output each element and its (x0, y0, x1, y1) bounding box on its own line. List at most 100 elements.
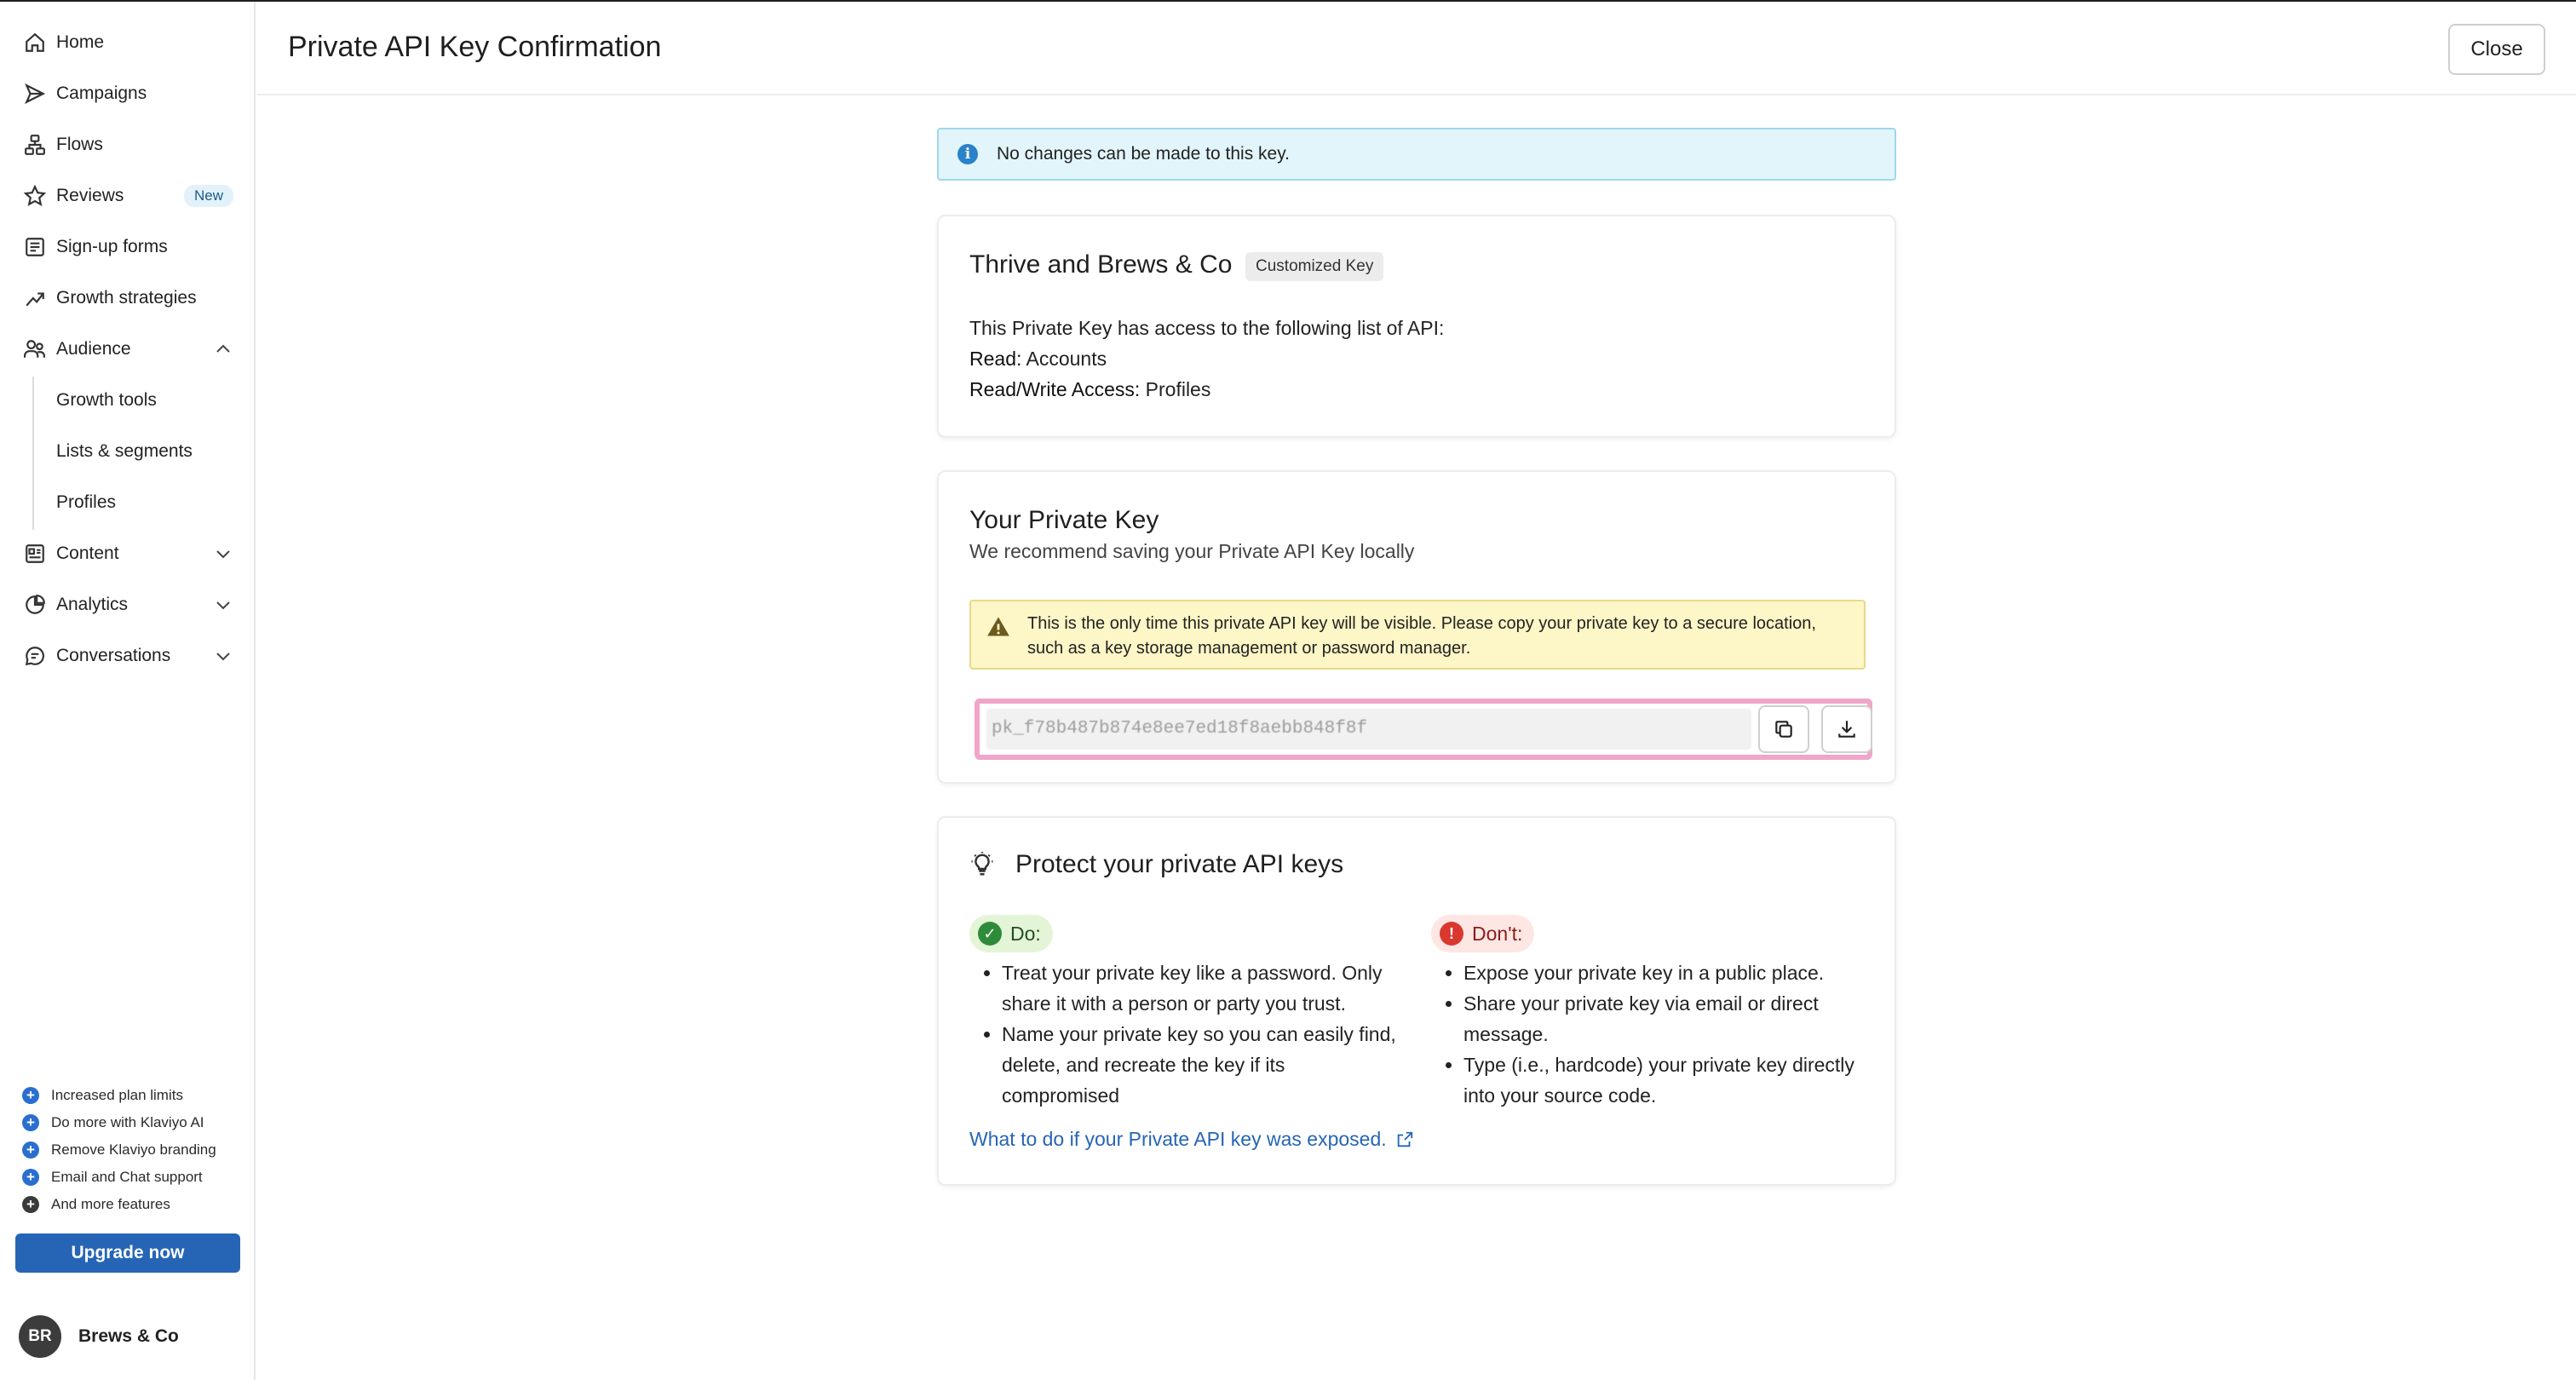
sidebar-item-analytics[interactable]: Analytics (0, 581, 254, 629)
sidebar-subitem-profiles[interactable]: Profiles (56, 492, 116, 513)
upgrade-perks-list: + Increased plan limits + Do more with Kla… (22, 1082, 216, 1218)
page-title: Private API Key Confirmation (288, 31, 662, 63)
dont-pill: ! Don't: (1431, 915, 1535, 952)
chat-icon (22, 643, 48, 669)
new-badge: New (183, 185, 233, 207)
trend-icon (22, 285, 48, 311)
plus-icon: + (22, 1196, 39, 1213)
private-key-title: Your Private Key (969, 506, 1159, 534)
chevron-up-icon (213, 339, 233, 359)
list-item: Expose your private key in a public plac… (1463, 957, 1866, 988)
protect-keys-card: Protect your private API keys ✓ Do: ! Do… (937, 816, 1896, 1186)
sidebar-item-content[interactable]: Content (0, 530, 254, 578)
sidebar-item-conversations[interactable]: Conversations (0, 632, 254, 680)
perk-label: And more features (51, 1196, 170, 1212)
checkmark-icon: ✓ (978, 922, 1002, 946)
sidebar-item-label: Content (56, 543, 119, 563)
readwrite-access-line: Read/Write Access: Profiles (969, 378, 1210, 401)
sidebar-item-home[interactable]: Home (0, 19, 254, 66)
do-list: Treat your private key like a password. … (969, 957, 1404, 1111)
perk-item: + Remove Klaviyo branding (22, 1136, 216, 1164)
send-icon (22, 81, 48, 106)
download-key-button[interactable] (1821, 705, 1872, 753)
dont-label: Don't: (1472, 922, 1523, 945)
sidebar-item-label: Analytics (56, 595, 129, 614)
perk-item: + Increased plan limits (22, 1082, 216, 1109)
download-icon (1838, 721, 1855, 738)
key-name: Thrive and Brews & Co (969, 250, 1233, 279)
plus-icon: + (22, 1114, 39, 1131)
key-details-card: Thrive and Brews & Co Customized Key Thi… (937, 215, 1896, 438)
sidebar-item-audience[interactable]: Audience (0, 325, 254, 373)
plus-icon: + (22, 1141, 39, 1159)
do-pill: ✓ Do: (969, 915, 1053, 952)
warning-banner: This is the only time this private API k… (969, 600, 1866, 670)
copy-icon (1775, 721, 1792, 738)
info-banner: i No changes can be made to this key. (937, 128, 1896, 181)
perk-label: Remove Klaviyo branding (51, 1141, 216, 1158)
list-item: Name your private key so you can easily … (1002, 1019, 1404, 1111)
read-access-line: Read: Accounts (969, 348, 1107, 371)
info-banner-text: No changes can be made to this key. (997, 144, 1290, 164)
sidebar-item-flows[interactable]: Flows (0, 121, 254, 169)
perk-label: Do more with Klaviyo AI (51, 1114, 204, 1130)
chevron-down-icon (213, 646, 233, 666)
sidebar-item-label: Home (56, 32, 105, 52)
key-type-tag: Customized Key (1245, 252, 1384, 281)
private-key-subtitle: We recommend saving your Private API Key… (969, 540, 1415, 562)
sidebar-item-reviews[interactable]: Reviews New (0, 172, 254, 220)
perk-item: + Email and Chat support (22, 1164, 216, 1191)
close-button[interactable]: Close (2448, 24, 2545, 75)
list-item: Treat your private key like a password. … (1002, 957, 1404, 1019)
copy-key-button[interactable] (1758, 705, 1809, 753)
perk-label: Email and Chat support (51, 1169, 203, 1185)
sidebar: Home Campaigns Flows Reviews New Sign-up… (0, 2, 256, 1380)
list-item: Share your private key via email or dire… (1463, 988, 1866, 1049)
private-key-row: pk_f78b487b874e8ee7ed18f8aebb848f8f (975, 699, 1872, 760)
sidebar-subitem-growth-tools[interactable]: Growth tools (56, 390, 157, 411)
sidebar-item-label: Conversations (56, 646, 171, 665)
sidebar-item-signup-forms[interactable]: Sign-up forms (0, 223, 254, 271)
perk-label: Increased plan limits (51, 1087, 183, 1103)
perk-item: + Do more with Klaviyo AI (22, 1109, 216, 1136)
protect-header: Protect your private API keys (969, 850, 1343, 879)
readwrite-label: Read/Write Access: (969, 378, 1141, 400)
readwrite-value: Profiles (1145, 378, 1211, 400)
avatar: BR (19, 1315, 61, 1358)
sidebar-item-label: Sign-up forms (56, 237, 168, 256)
exposed-link-text: What to do if your Private API key was e… (969, 1128, 1387, 1150)
submenu-guide-line (32, 377, 34, 530)
sidebar-subitem-lists-segments[interactable]: Lists & segments (56, 441, 193, 462)
sidebar-item-label: Campaigns (56, 83, 147, 103)
page-header: Private API Key Confirmation Close (257, 2, 2576, 95)
sidebar-item-label: Reviews (56, 186, 124, 205)
list-item: Type (i.e., hardcode) your private key d… (1463, 1049, 1866, 1111)
read-label: Read: (969, 348, 1022, 370)
chevron-down-icon (213, 543, 233, 564)
flows-icon (22, 132, 48, 158)
upgrade-now-button[interactable]: Upgrade now (15, 1233, 240, 1273)
warning-text: This is the only time this private API k… (1027, 614, 1816, 658)
plus-icon: + (22, 1087, 39, 1104)
do-label: Do: (1010, 922, 1041, 945)
star-icon (22, 183, 48, 209)
content-icon (22, 541, 48, 566)
private-key-field[interactable]: pk_f78b487b874e8ee7ed18f8aebb848f8f (986, 709, 1751, 750)
sidebar-item-growth-strategies[interactable]: Growth strategies (0, 274, 254, 322)
external-link-icon (1397, 1131, 1412, 1147)
warning-icon (986, 615, 1010, 639)
alert-icon: ! (1440, 922, 1463, 946)
perk-item: + And more features (22, 1191, 216, 1218)
lightbulb-icon (971, 852, 993, 876)
chevron-down-icon (213, 595, 233, 615)
account-name: Brews & Co (78, 1326, 179, 1346)
account-switcher[interactable]: BR Brews & Co (19, 1315, 179, 1358)
plus-icon: + (22, 1169, 39, 1186)
audience-icon (22, 336, 48, 362)
info-icon: i (957, 144, 978, 164)
sidebar-item-campaigns[interactable]: Campaigns (0, 70, 254, 118)
analytics-icon (22, 592, 48, 618)
dont-list: Expose your private key in a public plac… (1431, 957, 1866, 1111)
sidebar-item-label: Flows (56, 135, 103, 154)
exposed-key-help-link[interactable]: What to do if your Private API key was e… (969, 1128, 1414, 1151)
